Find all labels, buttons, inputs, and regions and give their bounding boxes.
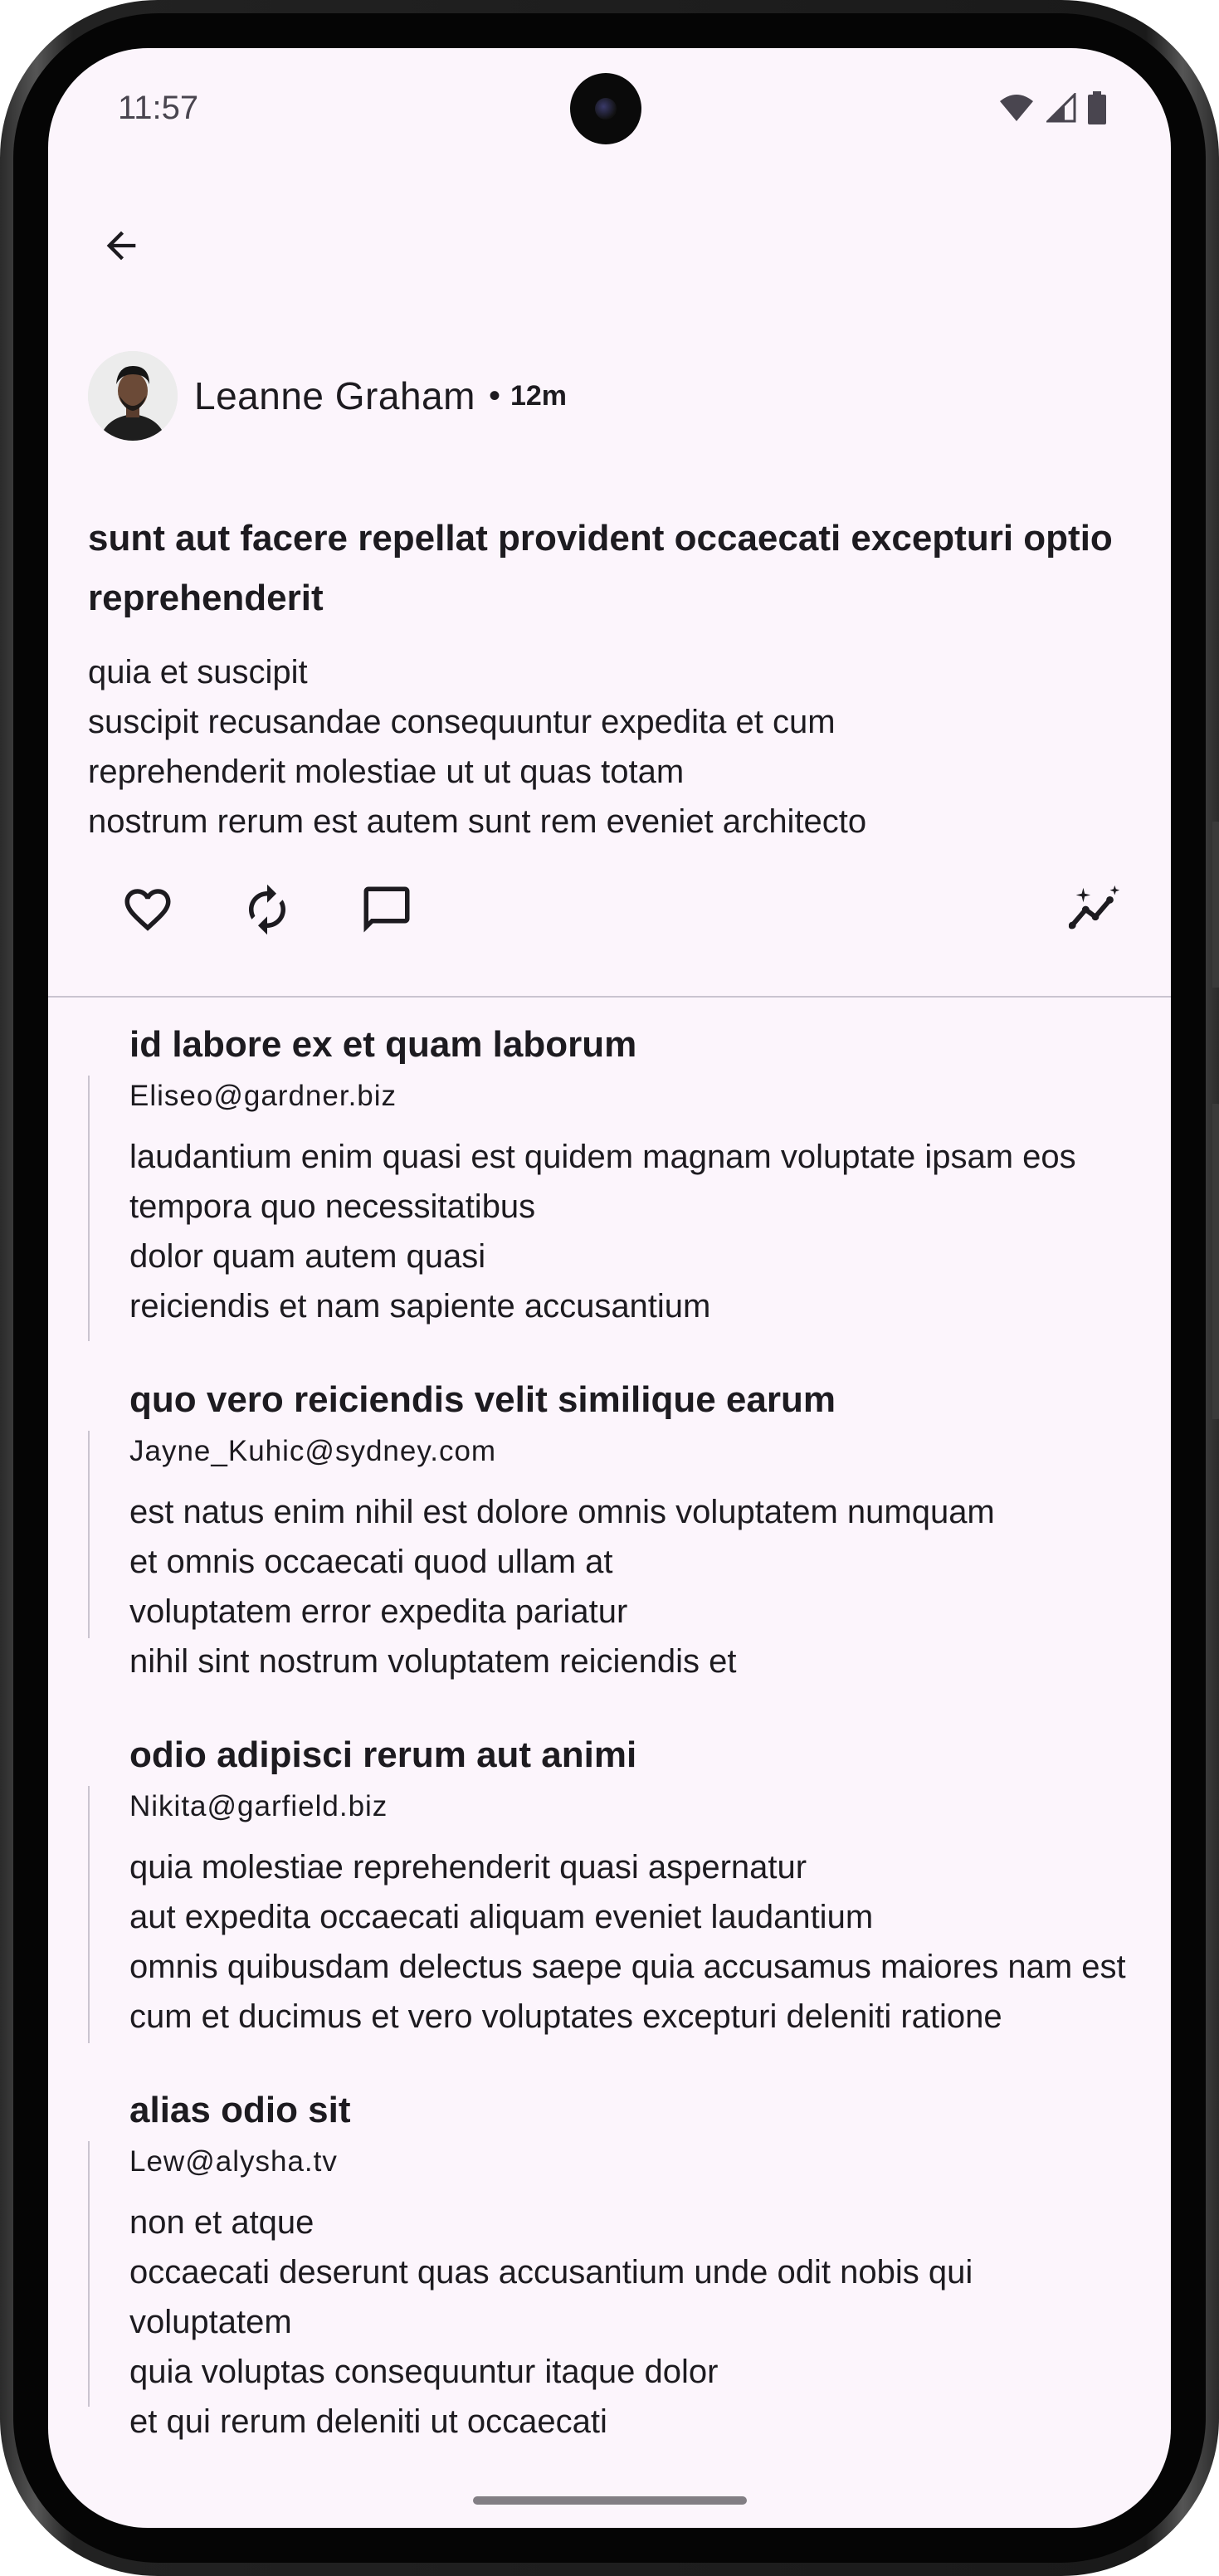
comment-body-line: omnis quibusdam delectus saepe quia accu…: [129, 1949, 1126, 1985]
post-body-line: nostrum rerum est autem sunt rem eveniet…: [88, 803, 867, 840]
comment-body-line: est natus enim nihil est dolore omnis vo…: [129, 1494, 995, 1530]
insights-sparkle-icon: [1068, 885, 1120, 929]
like-button[interactable]: [108, 870, 188, 949]
comment-body-line: voluptatem error expedita pariatur: [129, 1593, 628, 1630]
author-name[interactable]: Leanne Graham: [194, 373, 475, 418]
status-time: 11:57: [118, 90, 199, 126]
screen: 11:57 Leanne Graham • 12m sunt aut facer…: [48, 48, 1171, 2528]
comment-body-line: et omnis occaecati quod ullam at: [129, 1544, 613, 1580]
repost-button[interactable]: [227, 870, 307, 949]
battery-icon: [1088, 91, 1106, 124]
comment-body-line: tempora quo necessitatibus: [129, 1188, 536, 1225]
wifi-icon: [1000, 95, 1033, 121]
comments-list: id labore ex et quam laborum Eliseo@gard…: [48, 1019, 1171, 2490]
comment-body-line: cum et ducimus et vero voluptates except…: [129, 1998, 1002, 2035]
comment-body: quia molestiae reprehenderit quasi asper…: [129, 1842, 1142, 2042]
avatar[interactable]: [88, 351, 178, 441]
comment-body: est natus enim nihil est dolore omnis vo…: [129, 1487, 1142, 1686]
comment-body-line: nihil sint nostrum voluptatem reiciendis…: [129, 1643, 737, 1680]
comment-thread-line: [88, 1076, 90, 1341]
post-body-line: suscipit recusandae consequuntur expedit…: [88, 704, 836, 740]
phone-frame: 11:57 Leanne Graham • 12m sunt aut facer…: [0, 0, 1219, 2576]
comment-body-line: non et atque: [129, 2204, 315, 2241]
comment-body-line: dolor quam autem quasi: [129, 1238, 486, 1275]
comment-thread-line: [88, 1786, 90, 2043]
comment-body-line: laudantium enim quasi est quidem magnam …: [129, 1139, 1076, 1175]
post-author-row: Leanne Graham • 12m: [88, 351, 567, 441]
comment-body-line: quia molestiae reprehenderit quasi asper…: [129, 1849, 807, 1886]
comment-title: id labore ex et quam laborum: [129, 1024, 637, 1065]
volume-button: [1212, 1104, 1219, 1419]
post-title: sunt aut facere repellat provident occae…: [88, 518, 1113, 618]
comment-title: quo vero reiciendis velit similique earu…: [129, 1379, 836, 1420]
comment-item: id labore ex et quam laborum Eliseo@gard…: [88, 1019, 1142, 1341]
post-divider: [48, 996, 1171, 998]
comment-body: non et atque occaecati deserunt quas acc…: [129, 2198, 1142, 2447]
comment-thread-line: [88, 1431, 90, 1638]
comment-email: Eliseo@gardner.biz: [129, 1080, 397, 1112]
heart-outline-icon: [124, 889, 171, 931]
comment-thread-line: [88, 2141, 90, 2407]
comment-body-line: quia voluptas consequuntur itaque dolor: [129, 2354, 719, 2390]
post-body-line: quia et suscipit: [88, 654, 308, 690]
comment-body-line: occaecati deserunt quas accusantium unde…: [129, 2254, 973, 2340]
repeat-icon: [249, 884, 285, 935]
comment-title: alias odio sit: [129, 2090, 351, 2130]
comment-button[interactable]: [347, 870, 427, 949]
comment-title: odio adipisci rerum aut animi: [129, 1734, 637, 1775]
comment-item: odio adipisci rerum aut animi Nikita@gar…: [88, 1730, 1142, 2043]
comment-email: Nikita@garfield.biz: [129, 1790, 388, 1822]
post-time: 12m: [510, 379, 568, 412]
comment-item: alias odio sit Lew@alysha.tv non et atqu…: [88, 2085, 1142, 2447]
insights-button[interactable]: [1056, 870, 1135, 949]
power-button: [1212, 822, 1219, 988]
comment-body-line: reiciendis et nam sapiente accusantium: [129, 1288, 711, 1325]
avatar-image: [88, 351, 178, 441]
comment-item: quo vero reiciendis velit similique earu…: [88, 1374, 1142, 1686]
comment-email: Lew@alysha.tv: [129, 2145, 338, 2178]
back-button[interactable]: [81, 206, 161, 285]
signal-icon: [1046, 93, 1076, 123]
status-icons: [998, 91, 1106, 124]
arrow-back-icon: [106, 231, 136, 261]
post-body: quia et suscipit suscipit recusandae con…: [88, 647, 1134, 846]
comment-body: laudantium enim quasi est quidem magnam …: [129, 1132, 1142, 1331]
separator-dot: •: [488, 377, 500, 414]
comment-body-line: et qui rerum deleniti ut occaecati: [129, 2403, 607, 2440]
front-camera: [570, 73, 641, 144]
gesture-navigation-bar[interactable]: [473, 2496, 747, 2505]
comment-email: Jayne_Kuhic@sydney.com: [129, 1435, 497, 1467]
comment-outline-icon: [363, 886, 410, 933]
comment-body-line: aut expedita occaecati aliquam eveniet l…: [129, 1899, 874, 1935]
post-body-line: reprehenderit molestiae ut ut quas totam: [88, 754, 685, 790]
